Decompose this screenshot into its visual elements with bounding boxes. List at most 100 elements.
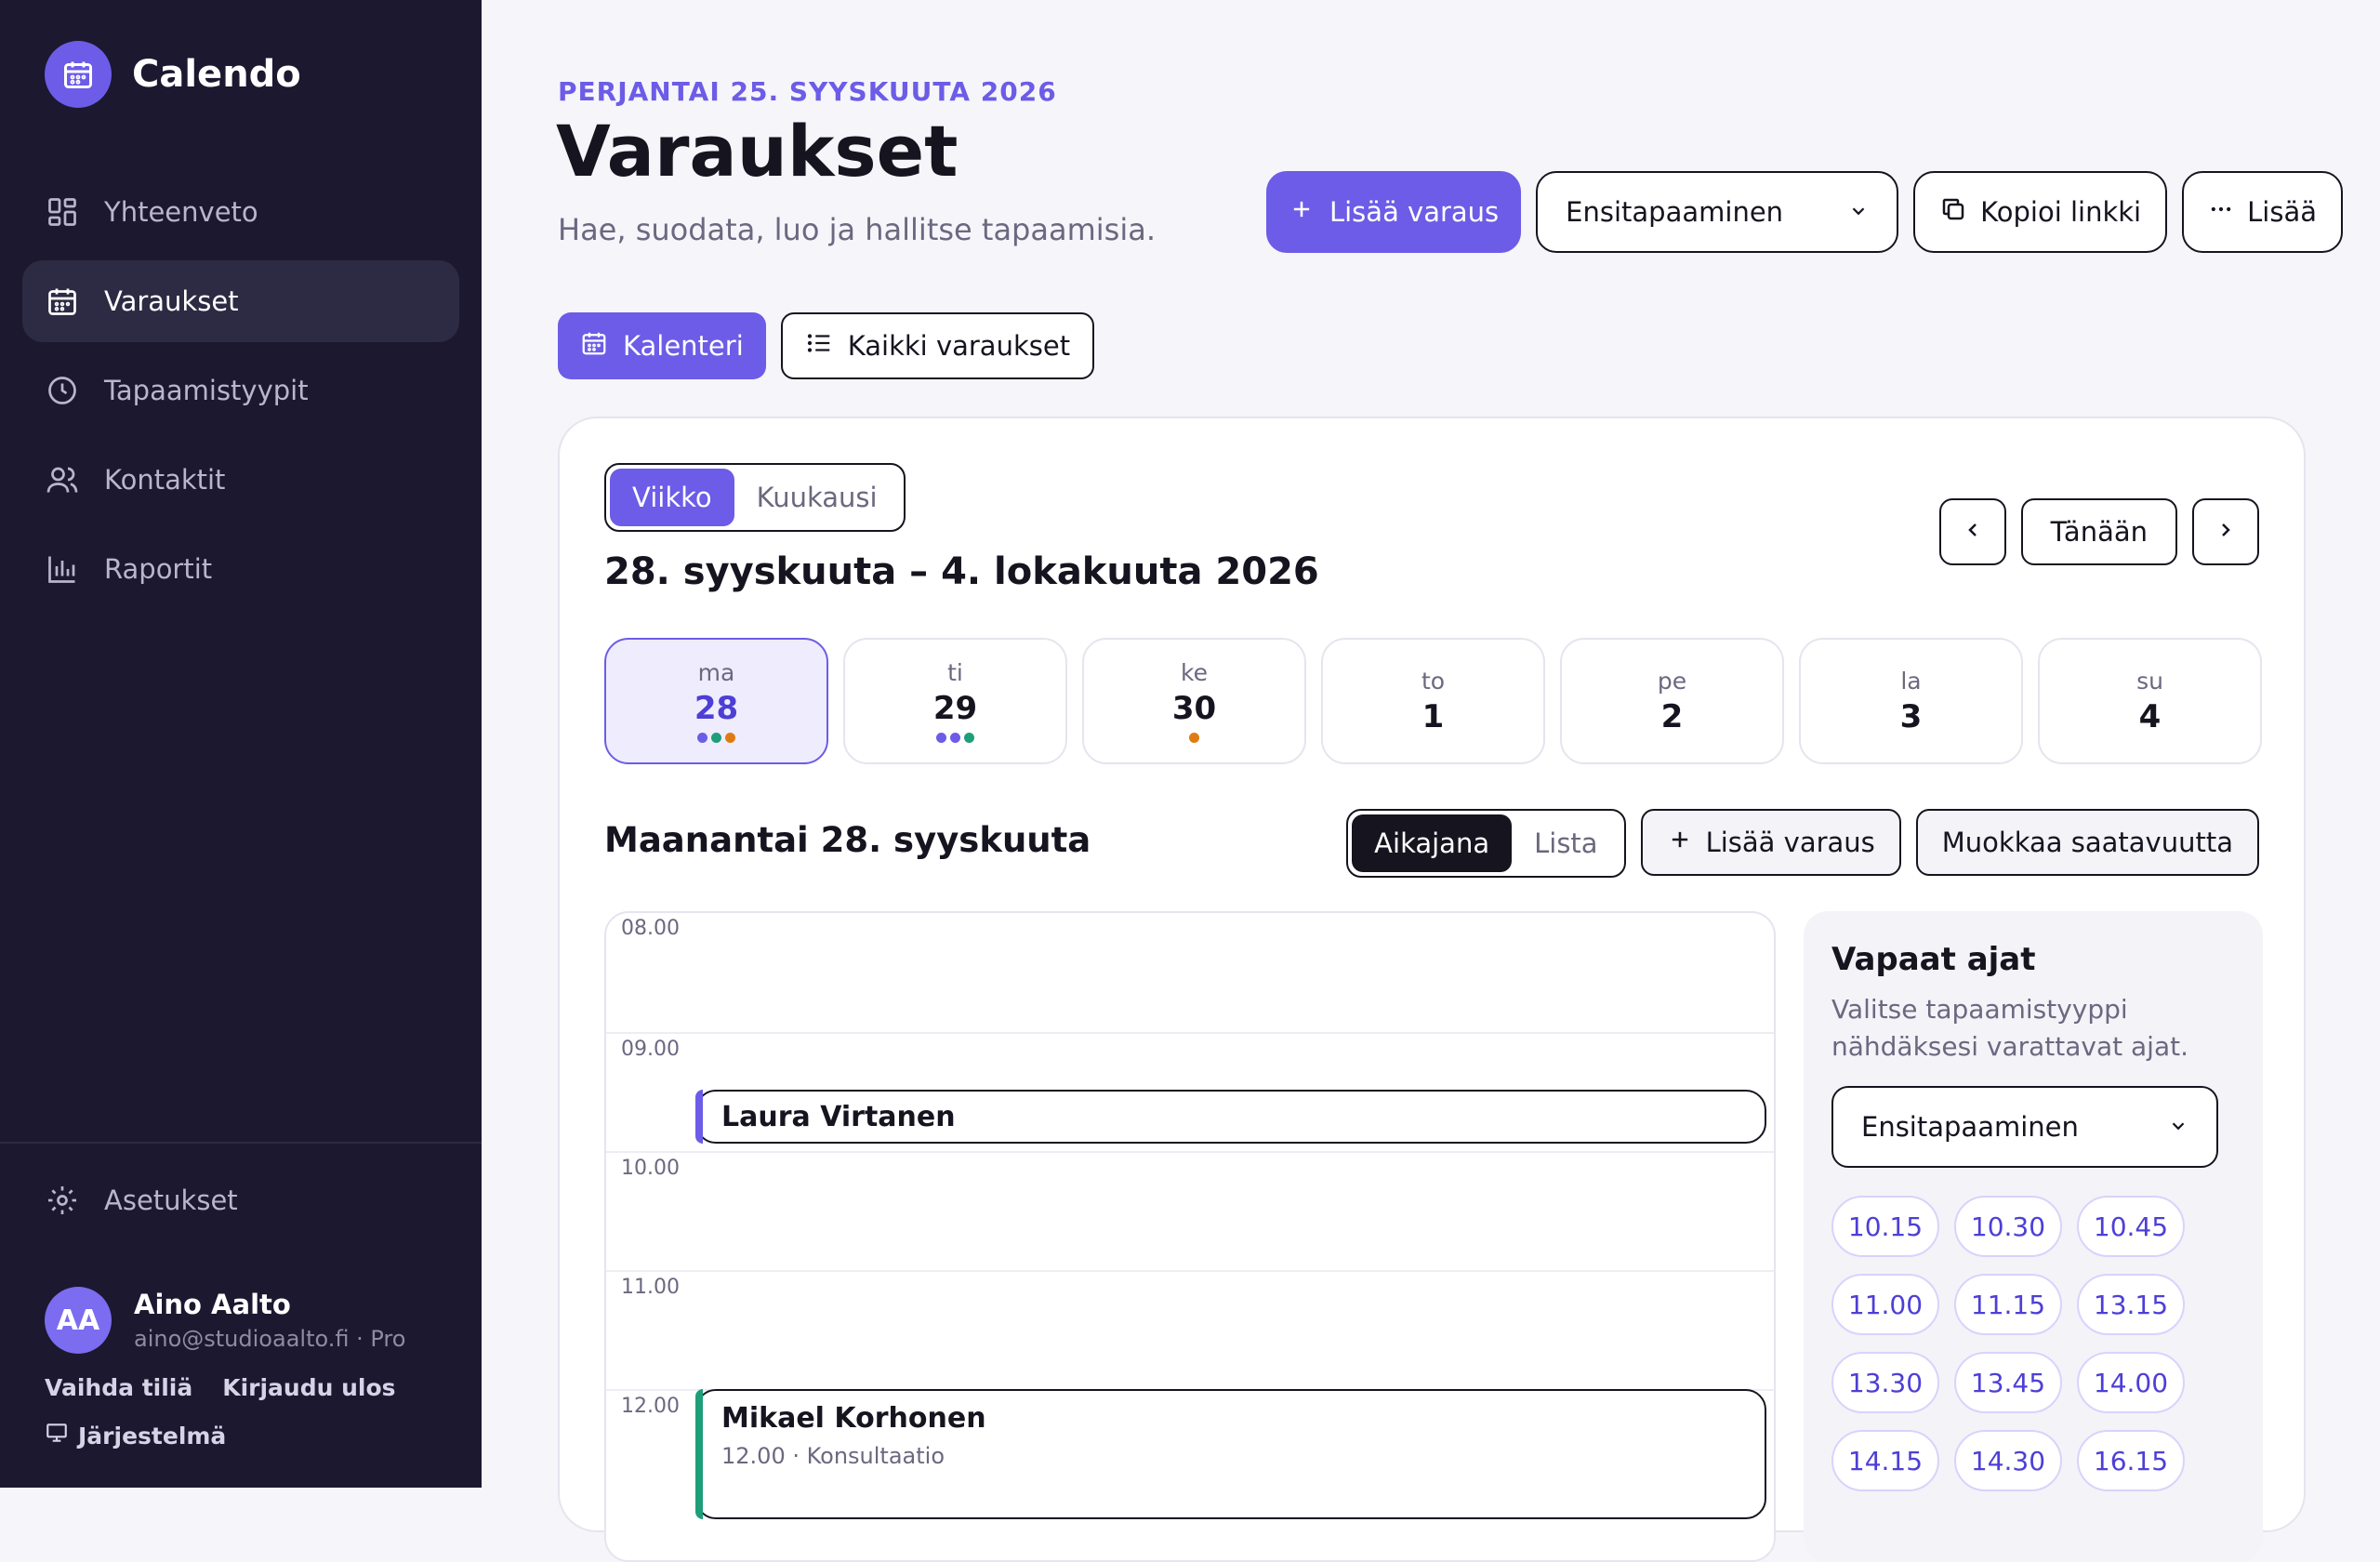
event-dot xyxy=(964,732,974,743)
event-meta: 12.00 · Konsultaatio xyxy=(721,1443,945,1469)
user-name: Aino Aalto xyxy=(134,1289,291,1320)
event-indicators xyxy=(697,732,735,744)
mode-week-button[interactable]: Viikko xyxy=(610,469,734,526)
more-label: Lisää xyxy=(2247,196,2317,228)
day-tile-ti[interactable]: ti 29 xyxy=(843,638,1067,764)
add-booking-button[interactable]: Lisää varaus xyxy=(1265,171,1522,253)
day-add-booking-button[interactable]: Lisää varaus xyxy=(1640,809,1901,876)
time-slot[interactable]: 13.15 xyxy=(2077,1274,2185,1335)
settings-label: Asetukset xyxy=(104,1185,238,1216)
chevron-right-icon xyxy=(2215,516,2237,548)
switch-account-link[interactable]: Vaihda tiliä xyxy=(45,1374,192,1401)
day-name: ti xyxy=(947,658,963,686)
slot-type-select[interactable]: Ensitapaaminen xyxy=(1831,1086,2218,1168)
next-week-button[interactable] xyxy=(2192,498,2259,565)
sidebar-item-asetukset[interactable]: Asetukset xyxy=(45,1183,238,1218)
tab-all-bookings-label: Kaikki varaukset xyxy=(847,330,1071,362)
sidebar: Calendo Yhteenveto Varaukset Tapaamistyy… xyxy=(0,0,482,1488)
day-add-booking-label: Lisää varaus xyxy=(1705,827,1875,858)
time-slot[interactable]: 10.30 xyxy=(1954,1196,2062,1257)
time-slot[interactable]: 14.30 xyxy=(1954,1430,2062,1491)
event-dot xyxy=(1189,732,1199,743)
event-card[interactable]: Laura Virtanen xyxy=(695,1090,1766,1144)
system-label: Järjestelmä xyxy=(78,1422,227,1449)
edit-availability-button[interactable]: Muokkaa saatavuutta xyxy=(1915,809,2259,876)
brand[interactable]: Calendo xyxy=(45,41,301,108)
time-slot[interactable]: 11.15 xyxy=(1954,1274,2062,1335)
event-dot xyxy=(936,732,946,743)
day-tile-pe[interactable]: pe 2 xyxy=(1560,638,1784,764)
event-dot xyxy=(711,732,721,743)
time-slot[interactable]: 10.15 xyxy=(1831,1196,1939,1257)
header-actions: Lisää varaus Ensitapaaminen Kopioi linkk… xyxy=(1265,171,2343,253)
week-navigation: Tänään xyxy=(1938,498,2259,565)
tab-calendar[interactable]: Kalenteri xyxy=(558,312,766,379)
day-name: pe xyxy=(1657,667,1687,695)
event-card[interactable]: Mikael Korhonen 12.00 · Konsultaatio xyxy=(695,1389,1766,1519)
sidebar-item-raportit[interactable]: Raportit xyxy=(22,528,459,610)
copy-link-label: Kopioi linkki xyxy=(1980,196,2142,228)
current-date: PERJANTAI 25. SYYSKUUTA 2026 xyxy=(558,76,1057,107)
free-slots-title: Vapaat ajat xyxy=(1831,941,2036,978)
calendar-mode-toggle: Viikko Kuukausi xyxy=(604,463,906,532)
time-slot[interactable]: 14.00 xyxy=(2077,1352,2185,1413)
logout-link[interactable]: Kirjaudu ulos xyxy=(222,1374,395,1401)
add-booking-label: Lisää varaus xyxy=(1329,196,1500,228)
user-email: aino@studioaalto.fi · Pro xyxy=(134,1326,406,1352)
day-number: 30 xyxy=(1171,689,1217,727)
day-name: su xyxy=(2136,667,2163,695)
sidebar-item-label: Kontaktit xyxy=(104,464,226,496)
slot-type-value: Ensitapaaminen xyxy=(1861,1111,2079,1143)
event-indicators xyxy=(1189,732,1199,744)
prev-week-button[interactable] xyxy=(1938,498,2006,565)
sidebar-item-label: Varaukset xyxy=(104,285,239,317)
day-number: 4 xyxy=(2138,697,2162,735)
mode-month-button[interactable]: Kuukausi xyxy=(734,469,900,526)
sidebar-divider xyxy=(0,1142,482,1144)
sidebar-item-yhteenveto[interactable]: Yhteenveto xyxy=(22,171,459,253)
bar-chart-icon xyxy=(45,551,80,587)
more-button[interactable]: Lisää xyxy=(2182,171,2343,253)
time-slot[interactable]: 10.45 xyxy=(2077,1196,2185,1257)
clock-icon xyxy=(45,373,80,408)
system-theme-link[interactable]: Järjestelmä xyxy=(45,1421,226,1450)
meeting-type-select[interactable]: Ensitapaaminen xyxy=(1536,171,1899,253)
day-tile-ke[interactable]: ke 30 xyxy=(1082,638,1306,764)
mode-timeline-button[interactable]: Aikajana xyxy=(1352,814,1513,872)
calendar-logo-icon xyxy=(45,41,112,108)
sidebar-item-tapaamistyypit[interactable]: Tapaamistyypit xyxy=(22,350,459,431)
more-dots-icon xyxy=(2208,196,2234,229)
day-timeline: 08.00 09.00 10.00 11.00 12.00 Laura Virt… xyxy=(604,911,1776,1562)
time-slot[interactable]: 16.15 xyxy=(2077,1430,2185,1491)
day-tile-to[interactable]: to 1 xyxy=(1321,638,1545,764)
chevron-down-icon xyxy=(1848,196,1869,228)
mode-list-button[interactable]: Lista xyxy=(1512,814,1620,872)
day-tile-la[interactable]: la 3 xyxy=(1799,638,2023,764)
today-button[interactable]: Tänään xyxy=(2020,498,2177,565)
selected-day-title: Maanantai 28. syyskuuta xyxy=(604,820,1091,860)
day-tile-su[interactable]: su 4 xyxy=(2038,638,2262,764)
meeting-type-value: Ensitapaaminen xyxy=(1566,196,1784,228)
copy-link-button[interactable]: Kopioi linkki xyxy=(1913,171,2168,253)
user-profile: AA Aino Aalto aino@studioaalto.fi · Pro xyxy=(45,1287,405,1354)
tab-calendar-label: Kalenteri xyxy=(623,330,744,362)
chevron-down-icon xyxy=(2168,1111,2188,1143)
app-name: Calendo xyxy=(132,53,301,96)
copy-icon xyxy=(1939,195,1967,230)
day-name: ma xyxy=(697,658,735,686)
avatar: AA xyxy=(45,1287,112,1354)
day-actions: Aikajana Lista Lisää varaus Muokkaa saat… xyxy=(1346,809,2259,878)
sidebar-item-varaukset[interactable]: Varaukset xyxy=(22,260,459,342)
time-slot[interactable]: 13.30 xyxy=(1831,1352,1939,1413)
time-slot[interactable]: 14.15 xyxy=(1831,1430,1939,1491)
time-slot[interactable]: 11.00 xyxy=(1831,1274,1939,1335)
day-number: 3 xyxy=(1899,697,1923,735)
day-tile-ma[interactable]: ma 28 xyxy=(604,638,828,764)
sidebar-item-label: Raportit xyxy=(104,553,213,585)
time-slot[interactable]: 13.45 xyxy=(1954,1352,2062,1413)
tab-all-bookings[interactable]: Kaikki varaukset xyxy=(780,312,1095,379)
sidebar-item-label: Yhteenveto xyxy=(104,196,258,228)
sidebar-item-kontaktit[interactable]: Kontaktit xyxy=(22,439,459,521)
free-slots-panel: Vapaat ajat Valitse tapaamistyyppi nähdä… xyxy=(1804,911,2263,1562)
calendar-card: Viikko Kuukausi 28. syyskuuta – 4. lokak… xyxy=(558,417,2306,1562)
